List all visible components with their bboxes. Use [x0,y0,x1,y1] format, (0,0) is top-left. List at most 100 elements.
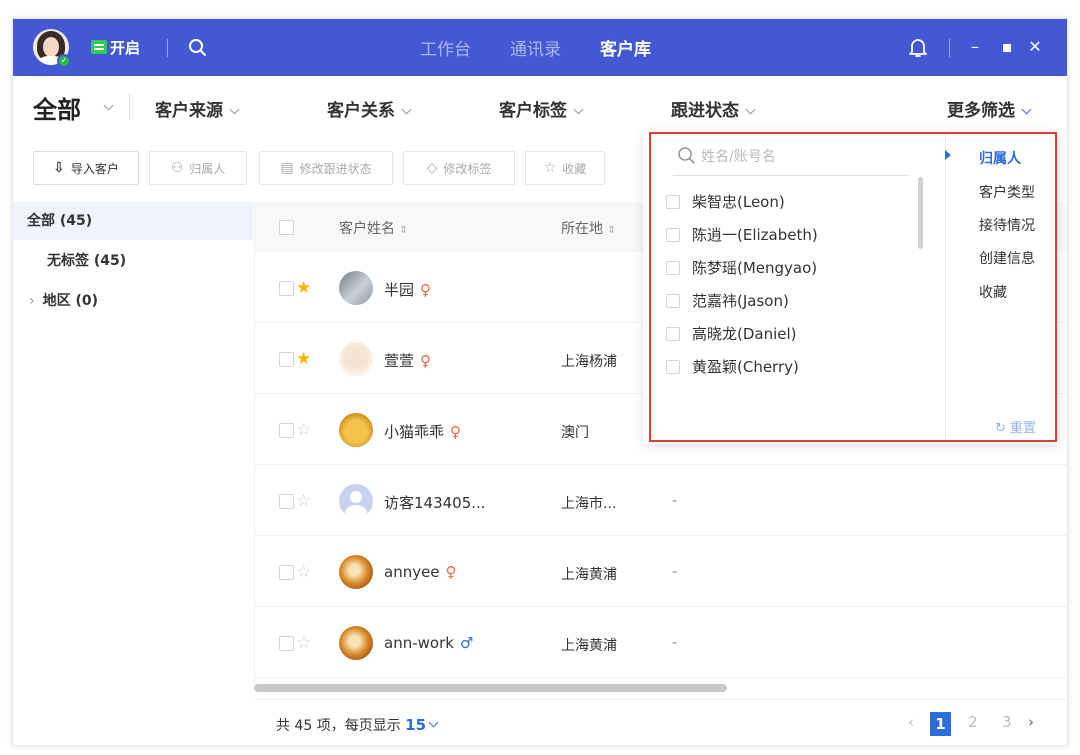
chevron-down-icon[interactable] [103,100,114,111]
customer-name[interactable]: 访客143405... [384,492,486,513]
owner-option[interactable]: 陈逍一(Elizabeth) [663,218,915,251]
tab-customer-library[interactable]: 客户库 [600,35,651,60]
filter-follow-status[interactable]: 跟进状态 [671,96,756,121]
chevron-down-icon [401,104,412,115]
page-size-select[interactable]: 15 [405,716,426,734]
tab-contacts[interactable]: 通讯录 [510,35,561,60]
next-page-icon[interactable]: › [1028,713,1034,731]
change-status-button[interactable]: ▤ 修改跟进状态 [259,151,393,185]
filter-relation[interactable]: 客户关系 [327,96,412,121]
user-edit-icon: ⚇ [170,160,184,176]
follow-status: - [672,564,678,580]
clipboard-icon: ▤ [280,160,294,176]
favorite-button[interactable]: ☆ 收藏 [525,151,605,185]
filter-source[interactable]: 客户来源 [155,96,240,121]
maximize-icon[interactable]: ▪ [995,35,1019,59]
import-customer-button[interactable]: ⇩ 导入客户 [33,151,139,185]
customer-name[interactable]: ann-work ♂ [384,634,473,652]
owner-search-input[interactable] [701,146,901,168]
option-checkbox[interactable] [666,261,680,275]
all-filter[interactable]: 全部 [33,90,81,125]
sidebar-item-region[interactable]: › 地区 (0) [13,282,253,320]
table-row[interactable]: ☆ 访客143405... 上海市... - [255,465,1067,536]
refresh-icon: ↻ [995,421,1006,436]
avatar [339,342,373,376]
category-favorite[interactable]: 收藏 [979,282,1007,302]
owner-option[interactable]: 黄盈颖(Cherry) [663,350,915,383]
horizontal-scrollbar[interactable] [254,684,727,692]
row-checkbox[interactable] [279,494,294,509]
sort-icon: ⇕ [399,225,408,236]
avatar [339,626,373,660]
owner-search [673,140,909,176]
table-row[interactable]: ☆ ann-work ♂ 上海黄浦 - [255,607,1067,678]
row-checkbox[interactable] [279,636,294,651]
category-creation-info[interactable]: 创建信息 [979,248,1035,268]
star-filled-icon[interactable]: ★ [296,351,311,368]
bell-icon[interactable] [906,35,930,59]
filter-more[interactable]: 更多筛选 [947,96,1032,121]
female-icon: ♀ [450,423,462,441]
star-empty-icon[interactable]: ☆ [296,635,311,652]
caret-right-icon [945,150,951,160]
customer-name[interactable]: 小猫乖乖 ♀ [384,421,461,442]
chevron-right-icon[interactable]: › [29,293,35,309]
reset-button[interactable]: ↻ 重置 [995,417,1036,436]
row-checkbox[interactable] [279,565,294,580]
page-3[interactable]: 3 [1002,713,1012,731]
change-tag-button[interactable]: ◇ 修改标签 [403,151,515,185]
chevron-down-icon [573,104,584,115]
star-empty-icon[interactable]: ☆ [296,493,311,510]
option-checkbox[interactable] [666,294,680,308]
row-checkbox[interactable] [279,352,294,367]
option-checkbox[interactable] [666,195,680,209]
search-icon[interactable] [187,37,209,59]
sidebar-item-all[interactable]: 全部 (45) [13,202,253,240]
customer-location: 上海黄浦 [561,638,617,654]
customer-name[interactable]: 半园 ♀ [384,279,431,300]
star-filled-icon[interactable]: ★ [296,280,311,297]
tag-icon: ◇ [426,160,438,176]
avatar [339,271,373,305]
female-icon: ♀ [420,352,432,370]
follow-status: - [672,493,678,509]
chevron-down-icon [1021,104,1032,115]
owner-option[interactable]: 范嘉祎(Jason) [663,284,915,317]
table-row[interactable]: ☆ annyee ♀ 上海黄浦 - [255,536,1067,607]
close-icon[interactable]: ✕ [1023,35,1047,59]
customer-name[interactable]: annyee ♀ [384,563,457,581]
column-header-name[interactable]: 客户姓名 ⇕ [339,218,408,238]
owner-option[interactable]: 陈梦瑶(Mengyao) [663,251,915,284]
page-2[interactable]: 2 [968,713,978,731]
sidebar: 全部 (45) 无标签 (45) › 地区 (0) [13,202,253,745]
row-checkbox[interactable] [279,423,294,438]
option-checkbox[interactable] [666,327,680,341]
owner-option[interactable]: 高晓龙(Daniel) [663,317,915,350]
star-empty-icon[interactable]: ☆ [296,422,311,439]
star-empty-icon[interactable]: ☆ [296,564,311,581]
chevron-down-icon [229,104,240,115]
customer-name[interactable]: 萱萱 ♀ [384,350,431,371]
page-1[interactable]: 1 [930,712,951,736]
assign-owner-button[interactable]: ⚇ 归属人 [149,151,247,185]
owner-option[interactable]: 柴智忠(Leon) [663,185,915,218]
category-owner[interactable]: 归属人 [979,148,1021,168]
option-checkbox[interactable] [666,228,680,242]
sidebar-item-no-tag[interactable]: 无标签 (45) [13,242,253,280]
option-checkbox[interactable] [666,360,680,374]
minimize-icon[interactable]: – [963,35,987,59]
total-count: 共 45 项，每页显示 15 [276,715,439,735]
status-toggle[interactable]: 开启 [91,37,140,57]
select-all-checkbox[interactable] [279,220,294,235]
divider [167,39,168,57]
prev-page-icon[interactable]: ‹ [908,713,914,731]
category-reception[interactable]: 接待情况 [979,215,1035,235]
owner-list-scrollbar[interactable] [918,177,923,249]
tab-workbench[interactable]: 工作台 [420,35,471,60]
filter-tag[interactable]: 客户标签 [499,96,584,121]
column-header-location[interactable]: 所在地 ⇕ [561,218,616,238]
filter-bar: 全部 客户来源 客户关系 客户标签 跟进状态 更多筛选 [13,76,1067,136]
row-checkbox[interactable] [279,281,294,296]
category-customer-type[interactable]: 客户类型 [979,182,1035,202]
chevron-down-icon[interactable] [428,717,439,728]
